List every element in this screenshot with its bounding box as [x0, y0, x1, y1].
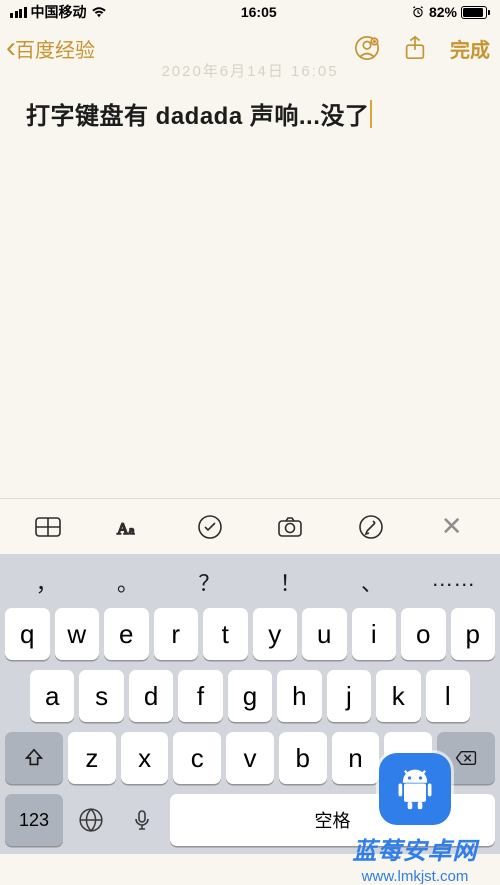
table-icon — [33, 512, 63, 542]
watermark-url: www.lmkjst.com — [362, 868, 469, 885]
key-r[interactable]: r — [154, 608, 199, 660]
key-z[interactable]: z — [68, 732, 116, 784]
signal-icon — [10, 7, 27, 18]
share-icon[interactable] — [402, 35, 428, 61]
checklist-button[interactable] — [185, 512, 235, 542]
backspace-icon — [455, 747, 477, 769]
key-l[interactable]: l — [426, 670, 470, 722]
key-a[interactable]: a — [30, 670, 74, 722]
text-format-icon: Aa — [114, 512, 144, 542]
key-x[interactable]: x — [121, 732, 169, 784]
key-n[interactable]: n — [332, 732, 380, 784]
cand-key[interactable]: ！ — [250, 566, 331, 598]
back-label: 百度经验 — [15, 34, 95, 63]
battery-pct: 82% — [429, 4, 457, 20]
globe-key[interactable] — [68, 794, 114, 846]
key-m[interactable]: m — [384, 732, 432, 784]
key-s[interactable]: s — [79, 670, 123, 722]
space-key[interactable]: 空格 — [170, 794, 495, 846]
svg-text:a: a — [129, 523, 135, 537]
note-text: 打字键盘有 dadada 声响...没了 — [26, 96, 369, 131]
checkmark-circle-icon — [195, 512, 225, 542]
svg-text:A: A — [117, 521, 129, 538]
cand-key[interactable]: 、 — [331, 566, 412, 598]
pen-circle-icon — [356, 512, 386, 542]
key-u[interactable]: u — [302, 608, 347, 660]
key-row-4: 123 空格 — [0, 794, 500, 854]
key-row-2: a s d f g h j k l — [0, 670, 500, 732]
key-h[interactable]: h — [277, 670, 321, 722]
key-d[interactable]: d — [129, 670, 173, 722]
done-button[interactable]: 完成 — [450, 34, 490, 63]
shift-icon — [23, 747, 45, 769]
text-format-button[interactable]: Aa — [104, 512, 154, 542]
cand-key[interactable]: ？ — [169, 566, 250, 598]
wifi-icon — [91, 6, 107, 18]
back-button[interactable]: ‹ 百度经验 — [6, 33, 95, 63]
table-button[interactable] — [23, 512, 73, 542]
key-t[interactable]: t — [203, 608, 248, 660]
note-body[interactable]: 2020年6月14日 16:05 打字键盘有 dadada 声响...没了 — [0, 72, 500, 498]
text-cursor — [370, 100, 372, 128]
clock-label: 16:05 — [241, 4, 277, 20]
alarm-icon — [411, 5, 425, 19]
key-f[interactable]: f — [178, 670, 222, 722]
key-y[interactable]: y — [253, 608, 298, 660]
key-o[interactable]: o — [401, 608, 446, 660]
notes-toolbar: Aa ✕ — [0, 498, 500, 554]
key-row-3: z x c v b n m — [0, 732, 500, 794]
candidate-row: ， 。 ？ ！ 、 …… — [0, 562, 500, 608]
globe-icon — [78, 807, 104, 833]
key-q[interactable]: q — [5, 608, 50, 660]
key-e[interactable]: e — [104, 608, 149, 660]
cand-key[interactable]: ， — [6, 566, 87, 598]
camera-button[interactable] — [265, 512, 315, 542]
backspace-key[interactable] — [437, 732, 495, 784]
key-v[interactable]: v — [226, 732, 274, 784]
note-date: 2020年6月14日 16:05 — [0, 60, 500, 81]
key-c[interactable]: c — [173, 732, 221, 784]
markup-button[interactable] — [346, 512, 396, 542]
close-icon: ✕ — [441, 511, 463, 542]
key-g[interactable]: g — [228, 670, 272, 722]
key-w[interactable]: w — [55, 608, 100, 660]
key-j[interactable]: j — [327, 670, 371, 722]
key-b[interactable]: b — [279, 732, 327, 784]
key-p[interactable]: p — [451, 608, 496, 660]
key-row-1: q w e r t y u i o p — [0, 608, 500, 670]
key-k[interactable]: k — [376, 670, 420, 722]
cand-key[interactable]: …… — [413, 566, 494, 598]
battery-icon — [461, 6, 490, 19]
keyboard: ， 。 ？ ！ 、 …… q w e r t y u i o p a s d f… — [0, 554, 500, 854]
status-bar: 中国移动 16:05 82% — [0, 0, 500, 24]
mic-icon — [130, 808, 154, 832]
close-keyboard-button[interactable]: ✕ — [427, 511, 477, 542]
carrier-label: 中国移动 — [31, 2, 87, 22]
mic-key[interactable] — [119, 794, 165, 846]
add-person-icon[interactable] — [354, 35, 380, 61]
camera-icon — [275, 512, 305, 542]
numeric-key[interactable]: 123 — [5, 794, 63, 846]
shift-key[interactable] — [5, 732, 63, 784]
cand-key[interactable]: 。 — [87, 566, 168, 598]
key-i[interactable]: i — [352, 608, 397, 660]
